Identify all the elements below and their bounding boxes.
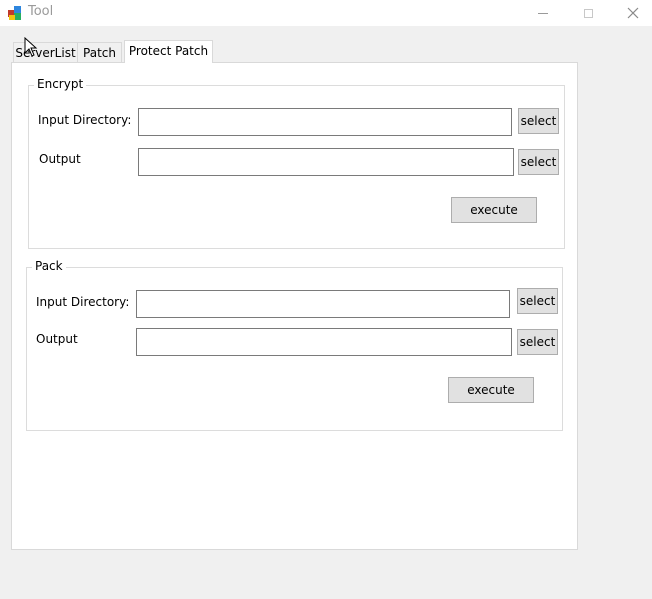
encrypt-input-select-button[interactable]: select [518, 108, 559, 134]
tab-patch[interactable]: Patch [77, 42, 122, 62]
encrypt-legend: Encrypt [34, 77, 87, 91]
pack-input-directory-label: Input Directory: [36, 295, 130, 309]
pack-output-field[interactable] [136, 328, 512, 356]
maximize-button[interactable] [565, 0, 611, 26]
mouse-cursor-icon [24, 37, 38, 57]
encrypt-output-field[interactable] [138, 148, 514, 176]
window-title: Tool [28, 4, 54, 19]
encrypt-input-directory-field[interactable] [138, 108, 512, 136]
tab-page-protect-patch: Encrypt Input Directory: select Output s… [11, 62, 578, 550]
app-icon [8, 6, 21, 20]
pack-output-select-button[interactable]: select [517, 329, 558, 355]
pack-input-select-button[interactable]: select [517, 288, 558, 314]
title-bar: Tool [0, 0, 652, 26]
tab-serverlist[interactable]: ServerList [13, 42, 78, 62]
tab-protect-patch[interactable]: Protect Patch [124, 40, 213, 63]
pack-output-label: Output [36, 332, 78, 346]
minimize-button[interactable] [520, 0, 566, 26]
pack-input-directory-field[interactable] [136, 290, 510, 318]
pack-execute-button[interactable]: execute [448, 377, 534, 403]
encrypt-input-directory-label: Input Directory: [38, 113, 132, 127]
encrypt-group: Encrypt Input Directory: select Output s… [28, 77, 565, 249]
encrypt-output-label: Output [39, 152, 81, 166]
pack-group: Pack Input Directory: select Output sele… [26, 259, 563, 431]
close-button[interactable] [610, 0, 652, 26]
maximize-icon [583, 8, 593, 18]
encrypt-execute-button[interactable]: execute [451, 197, 537, 223]
pack-legend: Pack [32, 259, 66, 273]
encrypt-output-select-button[interactable]: select [518, 149, 559, 175]
minimize-icon [538, 12, 548, 14]
close-icon [627, 7, 639, 19]
